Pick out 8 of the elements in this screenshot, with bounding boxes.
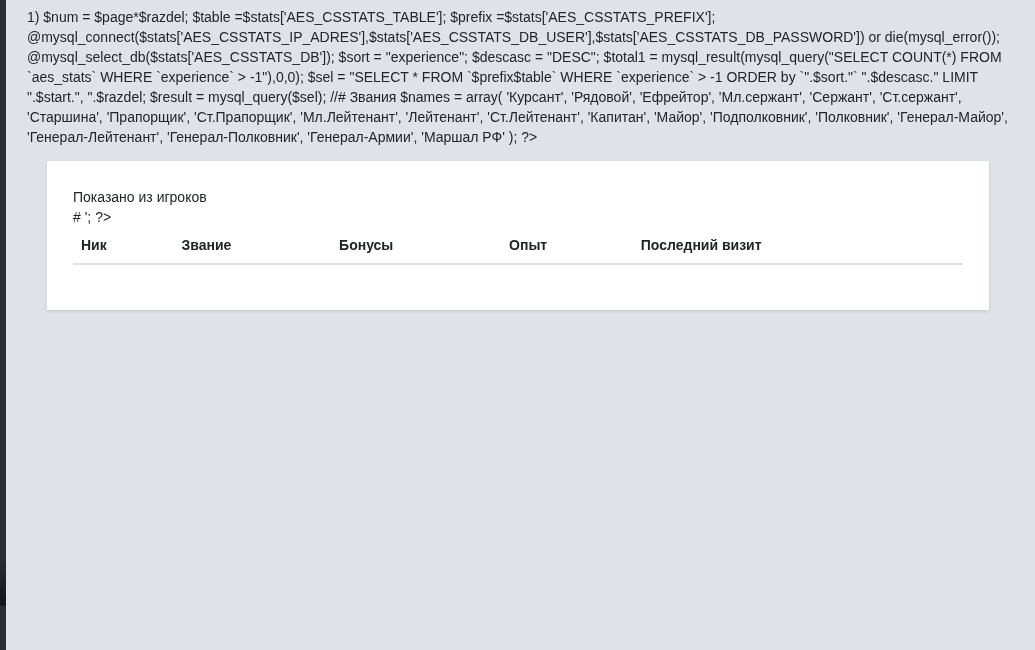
code-fragment-text: # '; ?> bbox=[73, 208, 113, 227]
code-text: 1) $num = $page*$razdel; $table =$stats['AES_CSSTATS_TABLE']; $prefix =$stats['AES_CSSTATS_PREFIX']; @mysql_connect($stats['AES_CSSTATS_IP_ADRES'],$stats['AES_CSSTATS_DB_USER'],$stats['AES_CSSTATS_DB_PASSWORD']) or die(mysql_error()); @mysql_select_db($stats['AES_CSSTATS_DB']); $sort = "experience"; $descasc = "DESC"; $total1 = mysql_result(mysql_query("SELECT COUNT(*) FROM `aes_stats` WHERE `experience` > -1"),0,0); $sel = "SELECT * FROM `$prefix$table` WHERE `experience` > -1 ORDER by `".$sort."` ".$descasc." LIMIT ".$start.", ".$razdel; $result = mysql_query($sel); //# Звания $names = array( 'Курсант', 'Рядовой', 'Ефрейтор', 'Мл.сержант', 'Сержант', 'Ст.сержант', 'Старшина', 'Прапорщик', 'Ст.Прапорщик', 'Мл.Лейтенант', 'Лейтенант', 'Ст.Лейтенант', 'Капитан', 'Майор', 'Подполковник', 'Полковник', 'Генерал-Майор', 'Генерал-Лейтенант', 'Генерал-Полковник', 'Генерал-Армии', 'Маршал РФ' ); ?> bbox=[27, 8, 1009, 147]
column-header: Опыт bbox=[501, 227, 633, 264]
column-header: Бонусы bbox=[331, 227, 502, 264]
column-header: Ник bbox=[73, 227, 174, 264]
column-header: Звание bbox=[173, 227, 332, 264]
column-header: Последний визит bbox=[632, 227, 963, 264]
summary-text: Показано из игроков bbox=[73, 188, 208, 207]
